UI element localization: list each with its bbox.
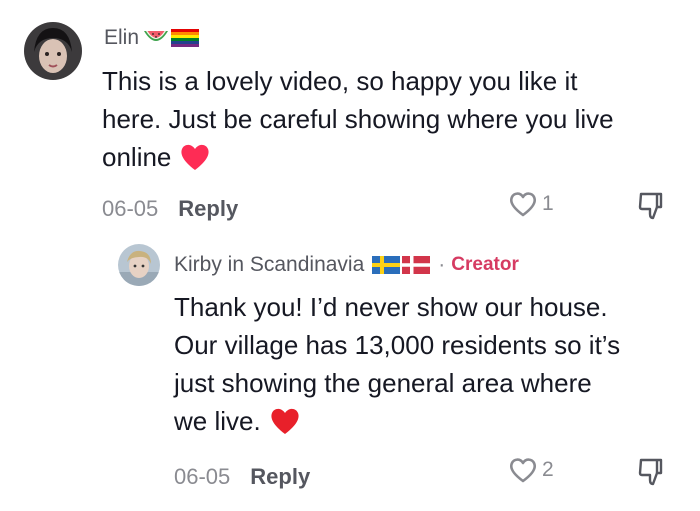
like-count: 2 bbox=[542, 458, 554, 481]
comment-line: Our village has 13,000 residents so it’s bbox=[174, 330, 621, 360]
reply-button[interactable]: Reply bbox=[178, 196, 238, 222]
comment-text: Thank you! I’d never show our house. Our… bbox=[174, 288, 684, 440]
like-count: 1 bbox=[542, 192, 554, 215]
avatar-kirby[interactable] bbox=[118, 244, 160, 286]
reply-button[interactable]: Reply bbox=[250, 464, 310, 490]
comment-text: This is a lovely video, so happy you lik… bbox=[102, 62, 682, 176]
comment-line: we live. bbox=[174, 402, 684, 440]
separator-dot: · bbox=[438, 253, 446, 276]
comment-meta: 06-05 Reply bbox=[102, 196, 238, 222]
sweden-flag-emoji-icon bbox=[372, 256, 401, 274]
heart-outline-icon bbox=[510, 458, 536, 483]
comment-date: 06-05 bbox=[102, 196, 159, 221]
red-heart-icon bbox=[181, 144, 209, 170]
comment-author[interactable]: Kirby in Scandinavia · Creator bbox=[174, 253, 519, 277]
dislike-button[interactable] bbox=[636, 190, 668, 227]
like-button[interactable]: 2 bbox=[508, 456, 554, 484]
watermelon-emoji-icon bbox=[144, 31, 169, 41]
heart-outline-icon bbox=[510, 192, 536, 217]
thumbs-down-icon bbox=[638, 192, 663, 220]
comment-line: here. Just be careful showing where you … bbox=[102, 104, 614, 134]
rainbow-flag-emoji-icon bbox=[171, 29, 200, 47]
denmark-flag-emoji-icon bbox=[402, 256, 431, 274]
avatar-elin[interactable] bbox=[24, 22, 82, 80]
dislike-button[interactable] bbox=[636, 456, 668, 493]
thumbs-down-icon bbox=[638, 458, 663, 486]
comment-line: Thank you! I’d never show our house. bbox=[174, 292, 608, 322]
red-heart-icon bbox=[271, 408, 299, 434]
author-name: Elin bbox=[104, 26, 140, 49]
comment-line: This is a lovely video, so happy you lik… bbox=[102, 66, 578, 96]
comment-author[interactable]: Elin bbox=[104, 26, 200, 50]
creator-badge: Creator bbox=[451, 254, 519, 275]
comment-line: online bbox=[102, 138, 682, 176]
comment-line: just showing the general area where bbox=[174, 368, 592, 398]
comment-date: 06-05 bbox=[174, 464, 231, 489]
like-button[interactable]: 1 bbox=[508, 190, 554, 218]
comment-meta: 06-05 Reply bbox=[174, 464, 310, 490]
author-name: Kirby in Scandinavia bbox=[174, 253, 365, 276]
